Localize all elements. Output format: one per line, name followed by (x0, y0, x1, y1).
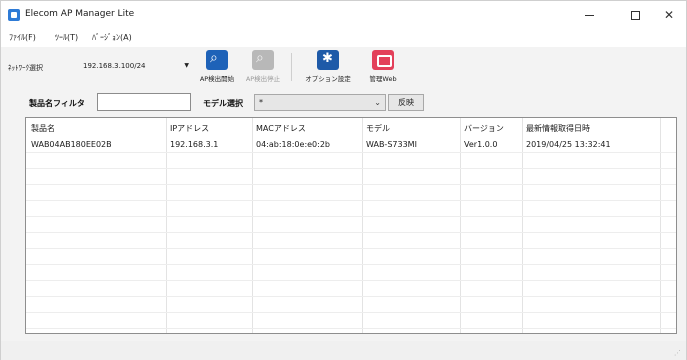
app-window: Elecom AP Manager Lite ✕ ﾌｧｲﾙ(F) ﾂｰﾙ(T) … (0, 0, 687, 360)
close-icon: ✕ (663, 8, 675, 22)
column-header-ip[interactable]: IPアドレス (170, 123, 209, 134)
table-cell-product: WAB04AB180EE02B (31, 140, 112, 149)
toolbar-divider (291, 53, 292, 81)
apply-button[interactable]: 反映 (388, 94, 424, 111)
model-select-label: モデル選択 (203, 99, 243, 108)
menu-file[interactable]: ﾌｧｲﾙ(F) (9, 32, 36, 43)
dropdown-arrow-icon: ▼ (184, 62, 189, 69)
start-detection-label: AP検出開始 (199, 75, 235, 83)
row-divider (26, 296, 676, 297)
table-cell-mac: 04:ab:18:0e:e0:2b (256, 140, 331, 149)
ap-list-table[interactable]: 製品名 IPアドレス MACアドレス モデル バージョン 最新情報取得日時 WA… (25, 117, 677, 334)
row-divider (26, 312, 676, 313)
web-admin-icon (372, 50, 394, 70)
table-cell-ip: 192.168.3.1 (170, 140, 219, 149)
row-divider (26, 248, 676, 249)
minimize-button[interactable] (569, 1, 609, 29)
minimize-icon (584, 14, 594, 16)
toolbar: ﾈｯﾄﾜｰｸ選択 192.168.3.100/24 ▼ AP検出開始 AP検出停… (1, 47, 686, 87)
column-header-updated[interactable]: 最新情報取得日時 (526, 123, 590, 134)
row-divider (26, 328, 676, 329)
row-divider (26, 168, 676, 169)
row-divider (26, 264, 676, 265)
start-detection-button[interactable]: AP検出開始 (195, 50, 239, 86)
column-divider (252, 118, 253, 333)
model-select-value: * (259, 98, 263, 107)
network-select[interactable]: 192.168.3.100/24 ▼ (79, 58, 191, 74)
stop-search-icon (252, 50, 274, 70)
close-button[interactable]: ✕ (649, 1, 687, 29)
stop-detection-button[interactable]: AP検出停止 (241, 50, 285, 86)
window-title: Elecom AP Manager Lite (25, 9, 135, 19)
column-header-version[interactable]: バージョン (464, 123, 504, 134)
column-header-mac[interactable]: MACアドレス (256, 123, 306, 134)
column-divider (166, 118, 167, 333)
maximize-icon (630, 10, 640, 20)
table-cell-model: WAB-S733MI (366, 140, 417, 149)
row-divider (26, 280, 676, 281)
row-divider (26, 152, 676, 153)
row-divider (26, 216, 676, 217)
model-select[interactable]: * ⌄ (254, 94, 386, 111)
admin-web-button[interactable]: 管理Web (361, 50, 405, 86)
column-divider (460, 118, 461, 333)
row-divider (26, 184, 676, 185)
row-divider (26, 200, 676, 201)
chevron-down-icon: ⌄ (374, 98, 381, 107)
column-header-model[interactable]: モデル (366, 123, 390, 134)
product-filter-label: 製品名フィルタ (29, 99, 85, 108)
product-filter-input[interactable] (97, 93, 191, 111)
option-settings-label: オプション設定 (305, 75, 351, 83)
stop-detection-label: AP検出停止 (245, 75, 281, 83)
resize-grip-icon[interactable]: ⋰ (674, 349, 682, 357)
column-divider (362, 118, 363, 333)
menu-tools[interactable]: ﾂｰﾙ(T) (55, 32, 78, 43)
gear-icon (317, 50, 339, 70)
option-settings-button[interactable]: オプション設定 (297, 50, 359, 86)
network-select-label: ﾈｯﾄﾜｰｸ選択 (8, 64, 43, 72)
app-logo-icon (8, 9, 20, 21)
table-cell-updated: 2019/04/25 13:32:41 (526, 140, 611, 149)
column-divider (522, 118, 523, 333)
row-divider (26, 232, 676, 233)
status-bar: ⋰ (1, 341, 686, 360)
menu-bar: ﾌｧｲﾙ(F) ﾂｰﾙ(T) ﾊﾞｰｼﾞｮﾝ(A) (1, 29, 686, 47)
title-bar: Elecom AP Manager Lite ✕ (1, 1, 686, 29)
menu-version[interactable]: ﾊﾞｰｼﾞｮﾝ(A) (92, 32, 132, 43)
network-select-value: 192.168.3.100/24 (83, 62, 146, 70)
admin-web-label: 管理Web (369, 75, 397, 83)
column-divider (660, 118, 661, 333)
column-header-product[interactable]: 製品名 (31, 123, 55, 134)
table-cell-version: Ver1.0.0 (464, 140, 498, 149)
search-ap-icon (206, 50, 228, 70)
